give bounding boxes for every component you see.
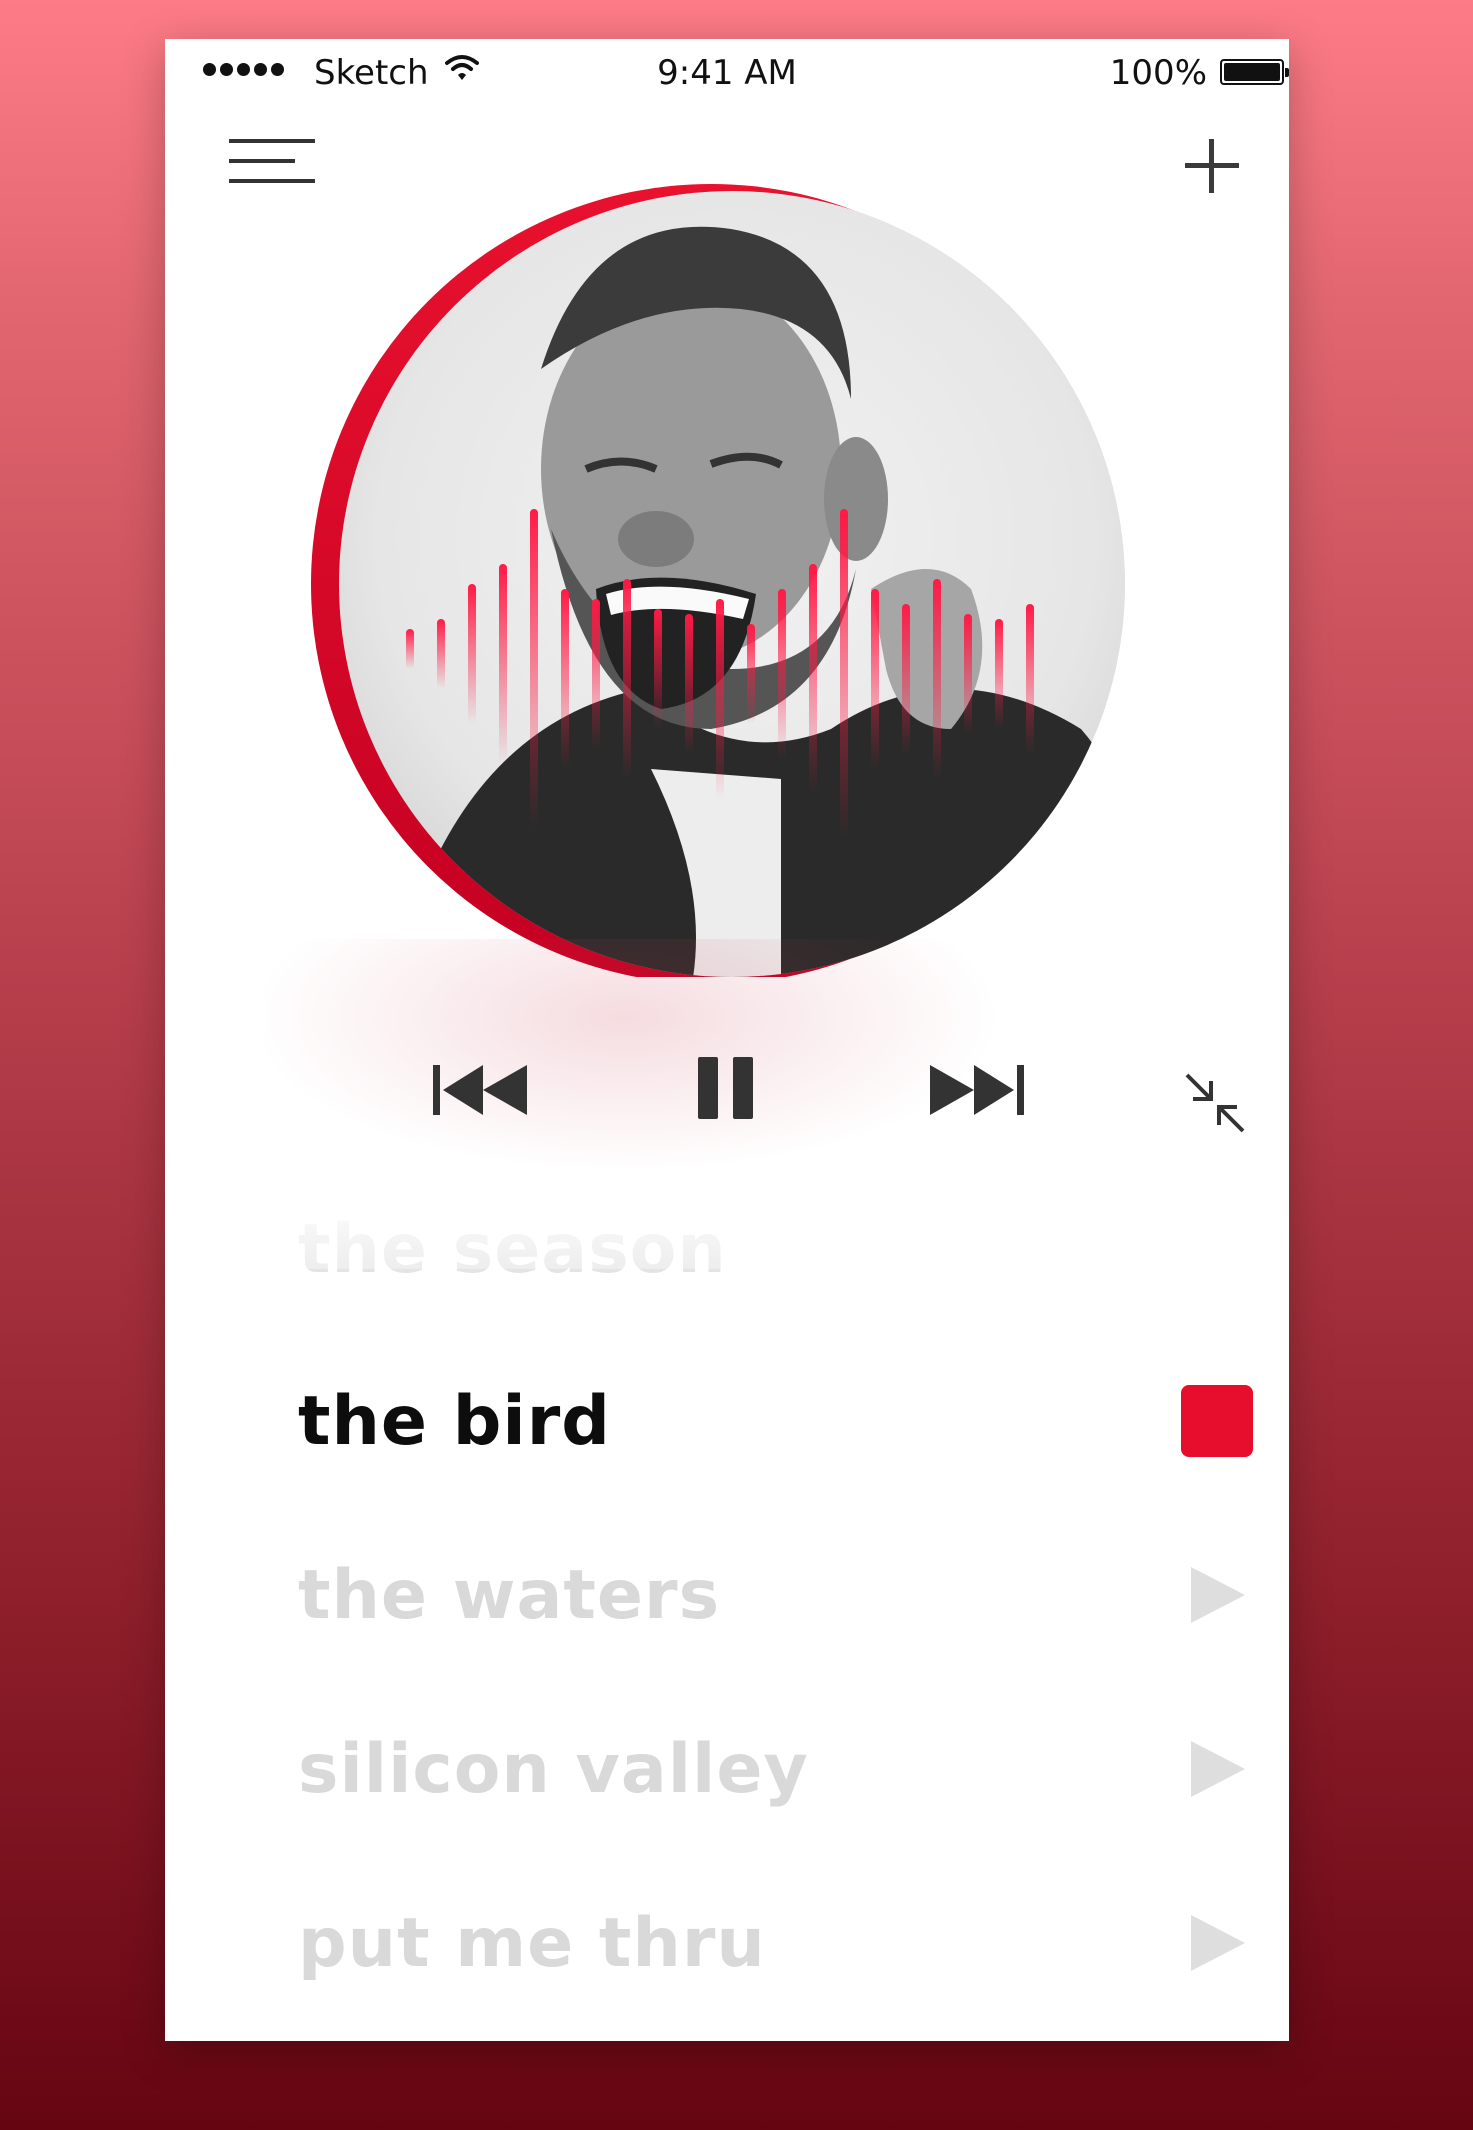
track-item-playing[interactable]: the bird <box>298 1361 1253 1481</box>
track-item[interactable]: the season <box>298 1189 1253 1309</box>
play-icon[interactable] <box>1191 1741 1245 1797</box>
track-title: the season <box>298 1209 727 1289</box>
play-icon[interactable] <box>1191 1915 1245 1971</box>
track-title: the bird <box>298 1381 611 1461</box>
track-title: silicon valley <box>298 1729 809 1809</box>
track-title: put me thru <box>298 1903 766 1983</box>
track-item[interactable]: silicon valley <box>298 1709 1253 1829</box>
track-item[interactable]: the waters <box>298 1535 1253 1655</box>
play-icon[interactable] <box>1191 1567 1245 1623</box>
track-list: the season the bird the waters silicon v… <box>165 39 1289 2041</box>
track-title: the waters <box>298 1555 721 1635</box>
phone-screen: Sketch 9:41 AM 100% the season the bird … <box>165 39 1289 2041</box>
track-item[interactable]: put me thru <box>298 1883 1253 2003</box>
stop-icon[interactable] <box>1181 1385 1253 1457</box>
